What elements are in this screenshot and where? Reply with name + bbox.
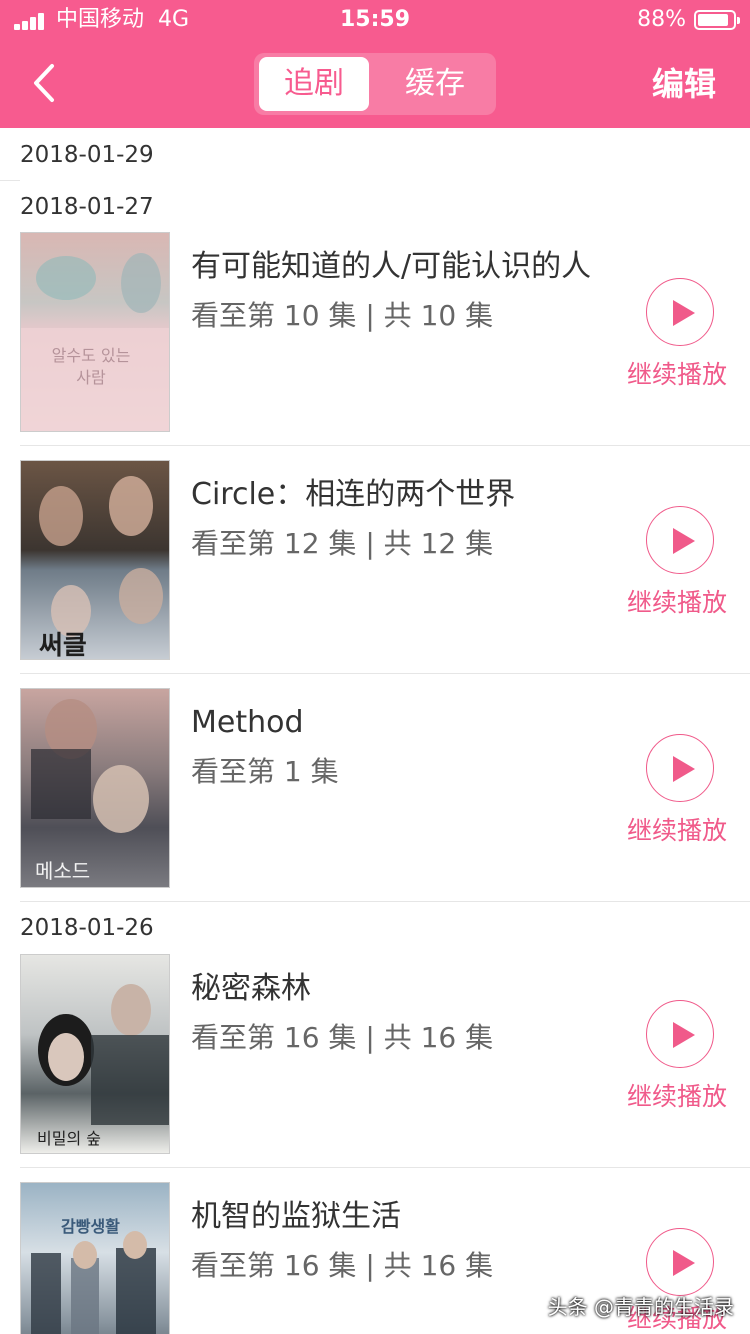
show-title: 秘密森林 — [191, 971, 311, 1006]
continue-play-button[interactable]: 继续播放 — [627, 584, 727, 622]
poster-image: 감빵생활 — [20, 1182, 170, 1334]
poster-image: 써클 — [20, 460, 170, 660]
show-title: Circle：相连的两个世界 — [191, 477, 516, 512]
watch-progress: 看至第 16 集 | 共 16 集 — [191, 1021, 494, 1054]
divider — [20, 673, 750, 674]
divider — [20, 1167, 750, 1168]
play-icon[interactable] — [646, 506, 714, 574]
divider — [0, 180, 20, 181]
poster-title-text: 메소드 — [35, 859, 91, 883]
list-item[interactable]: 써클 Circle：相连的两个世界 看至第 12 集 | 共 12 集 继续播放 — [0, 460, 750, 660]
battery-icon — [694, 10, 740, 30]
divider — [20, 901, 750, 902]
continue-play-button[interactable]: 继续播放 — [627, 1078, 727, 1116]
date-header: 2018-01-29 — [20, 142, 154, 168]
play-icon[interactable] — [646, 1228, 714, 1296]
tab-following[interactable]: 追剧 — [259, 57, 369, 111]
play-icon[interactable] — [646, 1000, 714, 1068]
continue-play-button[interactable]: 继续播放 — [627, 812, 727, 850]
tab-downloads[interactable]: 缓存 — [380, 57, 490, 111]
list-item[interactable]: 메소드 Method 看至第 1 集 继续播放 — [0, 688, 750, 888]
date-header: 2018-01-27 — [20, 194, 154, 220]
list-item[interactable]: 알수도 있는 사람 有可能知道的人/可能认识的人 看至第 10 集 | 共 10… — [0, 232, 750, 432]
poster-title-text: 비밀의 숲 — [37, 1129, 101, 1148]
status-bar: 中国移动 4G 15:59 88% — [0, 0, 750, 40]
show-title: 有可能知道的人/可能认识的人 — [191, 249, 592, 284]
poster-title-text: 알수도 있는 사람 — [51, 346, 131, 387]
poster-title-text: 써클 — [39, 631, 87, 660]
header-bar: 中国移动 4G 15:59 88% 追剧 缓存 编辑 — [0, 0, 750, 128]
poster-image: 메소드 — [20, 688, 170, 888]
poster-image: 비밀의 숲 — [20, 954, 170, 1154]
poster-title-text: 감빵생활 — [61, 1217, 120, 1236]
watch-progress: 看至第 1 集 — [191, 755, 339, 788]
segmented-control: 追剧 缓存 — [254, 53, 496, 115]
divider — [20, 445, 750, 446]
play-icon[interactable] — [646, 734, 714, 802]
back-arrow-icon[interactable] — [26, 60, 66, 106]
list-item[interactable]: 비밀의 숲 秘密森林 看至第 16 集 | 共 16 集 继续播放 — [0, 954, 750, 1154]
watch-progress: 看至第 10 集 | 共 10 集 — [191, 299, 494, 332]
play-icon[interactable] — [646, 278, 714, 346]
watch-progress: 看至第 12 集 | 共 12 集 — [191, 527, 494, 560]
continue-play-button[interactable]: 继续播放 — [627, 356, 727, 394]
show-title: 机智的监狱生活 — [191, 1199, 401, 1234]
battery-percent: 88% — [637, 7, 686, 32]
show-title: Method — [191, 705, 304, 740]
edit-button[interactable]: 编辑 — [652, 58, 716, 110]
watermark: 头条 @青青的生活录 — [547, 1295, 734, 1319]
watch-progress: 看至第 16 集 | 共 16 集 — [191, 1249, 494, 1282]
date-header: 2018-01-26 — [20, 915, 154, 941]
poster-image: 알수도 있는 사람 — [20, 232, 170, 432]
